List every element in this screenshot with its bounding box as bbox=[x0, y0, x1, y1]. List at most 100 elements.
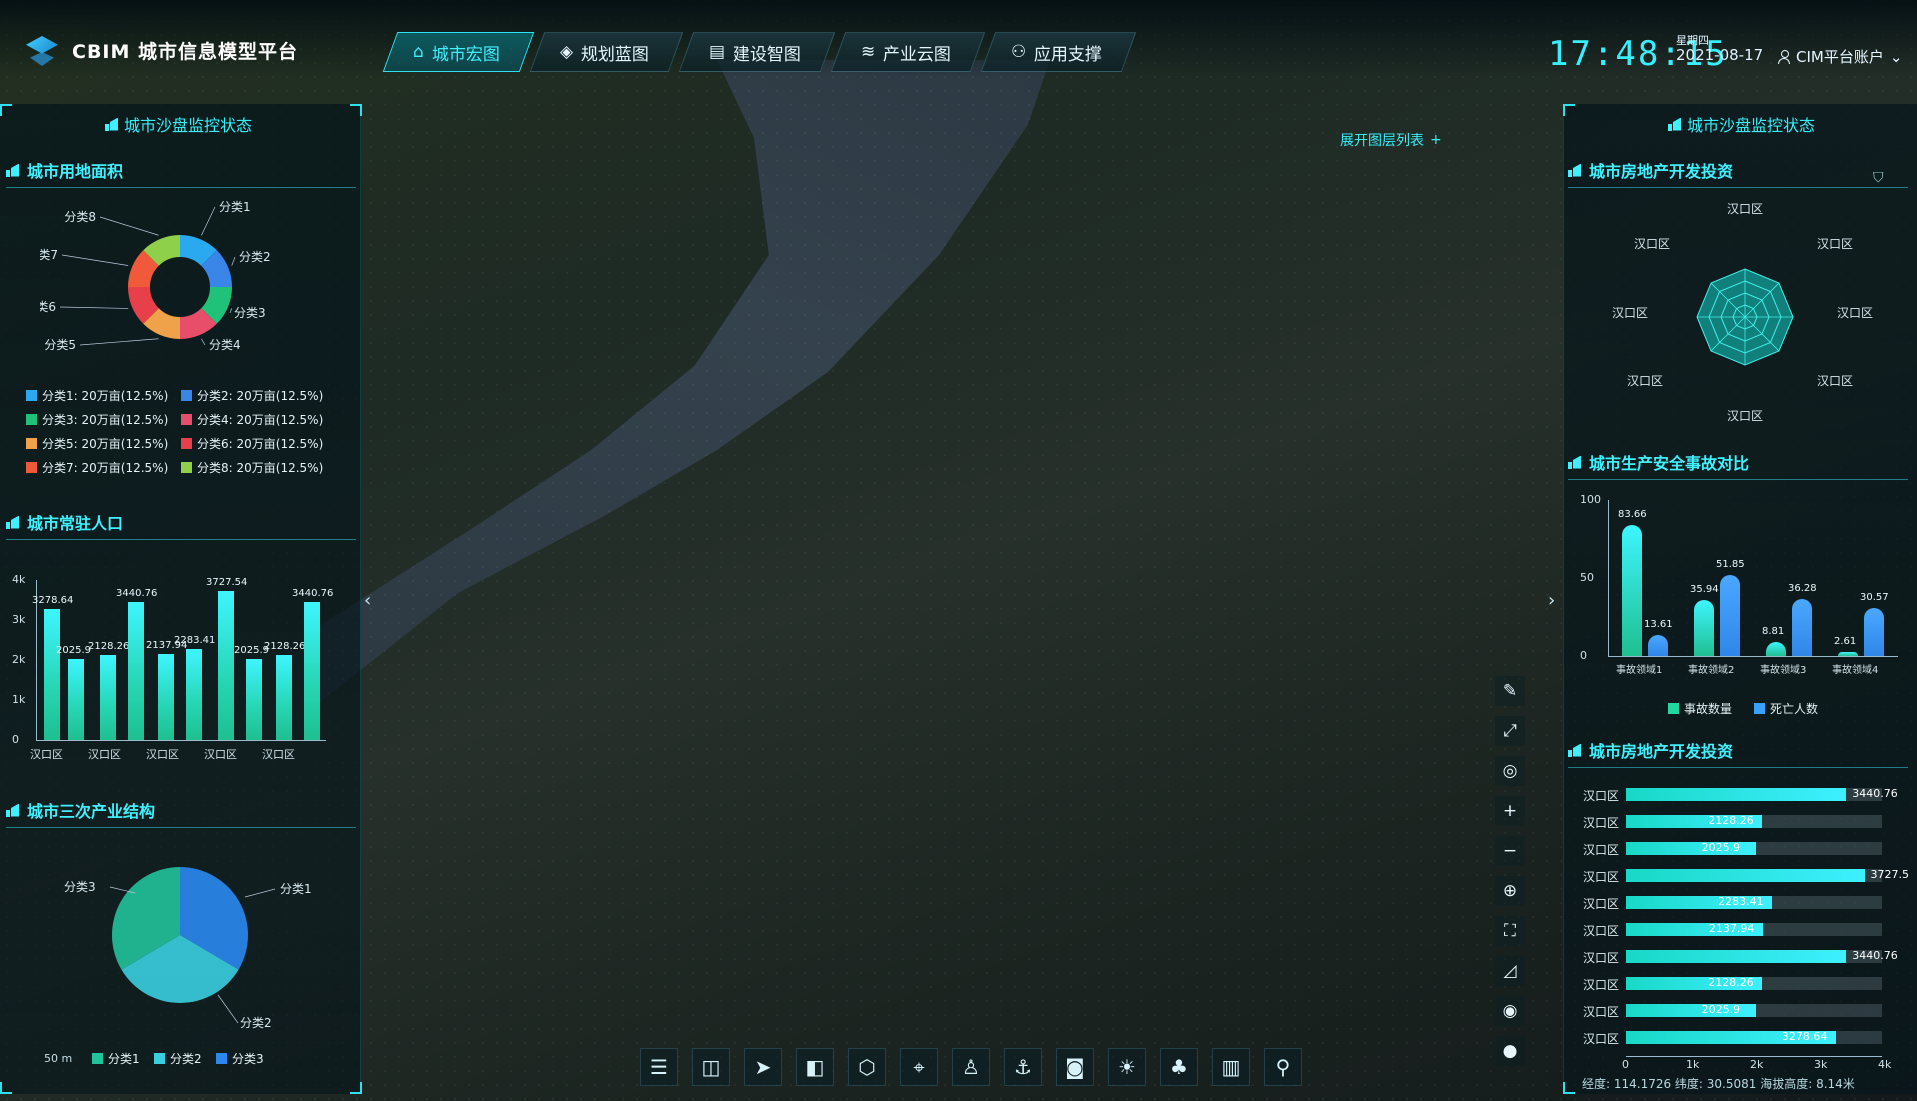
y-tick-label: 4k bbox=[12, 573, 26, 586]
category-label: 汉口区 bbox=[1583, 897, 1620, 911]
menu-button[interactable]: ☰ bbox=[640, 1048, 678, 1086]
population-bar bbox=[44, 608, 60, 740]
accident-value: 35.94 bbox=[1690, 583, 1719, 595]
radar-label: 汉口区 bbox=[1727, 202, 1763, 216]
earth-icon: ● bbox=[1502, 1041, 1518, 1061]
land-title: 城市用地面积 bbox=[6, 158, 356, 188]
nav-tab-5[interactable]: ⚇ 应用支撑 bbox=[980, 32, 1137, 72]
x-tick-label: 0 bbox=[1622, 1058, 1629, 1071]
leader-line bbox=[231, 256, 236, 266]
nav-tab-label: 应用支撑 bbox=[1034, 44, 1103, 65]
anchor-button[interactable]: ⚓ bbox=[1004, 1048, 1042, 1086]
collapse-right-icon[interactable]: › bbox=[1548, 590, 1555, 611]
population-bar bbox=[100, 654, 116, 740]
sun-button[interactable]: ☀ bbox=[1108, 1048, 1146, 1086]
legend-item: 分类1: 20万亩(12.5%) bbox=[26, 387, 168, 404]
locate-icon: ⌖ bbox=[913, 1055, 925, 1079]
invest-title-text: 城市房地产开发投资 bbox=[1589, 742, 1734, 761]
accident-value: 30.57 bbox=[1860, 592, 1889, 604]
account-menu[interactable]: CIM平台账户 ⌄ bbox=[1778, 46, 1902, 67]
legend-item: 分类5: 20万亩(12.5%) bbox=[26, 435, 168, 452]
population-value: 2025.9 bbox=[56, 644, 91, 656]
population-value: 3727.54 bbox=[206, 576, 248, 588]
legend-label: 分类6: 20万亩(12.5%) bbox=[197, 437, 324, 451]
chart-icon bbox=[105, 118, 118, 131]
legend-swatch bbox=[26, 462, 37, 473]
route-button[interactable]: ⚲ bbox=[1264, 1048, 1302, 1086]
tree-button[interactable]: ♣ bbox=[1160, 1048, 1198, 1086]
compass-button[interactable]: ◎ bbox=[1495, 756, 1525, 786]
donut-label: 分类6 bbox=[40, 300, 56, 314]
split-button[interactable]: ◫ bbox=[692, 1048, 730, 1086]
invest-value: 3278.64 bbox=[1781, 1030, 1828, 1043]
earth-button[interactable]: ● bbox=[1495, 1036, 1525, 1066]
expand-layers-button[interactable]: 展开图层列表 + bbox=[1340, 130, 1442, 150]
radar-label: 汉口区 bbox=[1627, 374, 1663, 388]
legend-label: 分类2: 20万亩(12.5%) bbox=[197, 389, 324, 403]
x-tick-label: 汉口区 bbox=[262, 748, 295, 761]
radar-label: 汉口区 bbox=[1612, 306, 1648, 320]
accident-bar bbox=[1622, 525, 1642, 656]
chart-icon bbox=[1568, 744, 1581, 757]
y-tick-label: 0 bbox=[12, 733, 19, 746]
coordinates-readout: 经度: 114.1726 纬度: 30.5081 海拔高度: 8.14米 bbox=[1582, 1077, 1855, 1091]
invest-value: 2025.9 bbox=[1701, 841, 1741, 854]
camera-button[interactable]: ◙ bbox=[1056, 1048, 1094, 1086]
pointer-button[interactable]: ➤ bbox=[744, 1048, 782, 1086]
zoom-in-button[interactable]: + bbox=[1495, 796, 1525, 826]
legend-item: 分类2: 20万亩(12.5%) bbox=[181, 387, 323, 404]
legend-swatch bbox=[1754, 703, 1765, 714]
person-button[interactable]: ♙ bbox=[952, 1048, 990, 1086]
panel-corner bbox=[1563, 104, 1575, 116]
x-axis bbox=[1626, 1056, 1882, 1057]
collapse-left-icon[interactable]: ‹ bbox=[364, 590, 371, 611]
map-side-tools: ✎ ⤢ ◎ + − ⊕ ⛶ ◿ ◉ ● bbox=[1495, 676, 1525, 1066]
nav-tab-2[interactable]: ◈ 规划蓝图 bbox=[529, 32, 684, 72]
category-label: 汉口区 bbox=[1583, 1032, 1620, 1046]
zoom-out-button[interactable]: − bbox=[1495, 836, 1525, 866]
x-tick-label: 事故领域3 bbox=[1760, 665, 1807, 676]
donut-label: 分类5 bbox=[44, 338, 76, 352]
filter-icon[interactable]: ⛉ bbox=[1873, 170, 1884, 186]
chart-icon bbox=[6, 164, 19, 177]
x-tick-label: 4k bbox=[1878, 1058, 1892, 1071]
nav-tab-3[interactable]: ▤ 建设智图 bbox=[678, 32, 836, 72]
city-icon: ▥ bbox=[1221, 1055, 1241, 1079]
tree-icon: ♣ bbox=[1170, 1055, 1188, 1079]
invest-bar bbox=[1626, 788, 1847, 801]
legend-item: 分类1 bbox=[92, 1050, 140, 1067]
legend-label: 分类8: 20万亩(12.5%) bbox=[197, 461, 324, 475]
pin-button[interactable]: ✎ bbox=[1495, 676, 1525, 706]
accident-value: 2.61 bbox=[1834, 635, 1857, 647]
legend-label: 事故数量 bbox=[1684, 702, 1733, 716]
radar-title: 城市房地产开发投资 bbox=[1568, 158, 1908, 188]
legend-item: 分类3: 20万亩(12.5%) bbox=[26, 411, 168, 428]
nav-tab-1[interactable]: ⌂ 城市宏图 bbox=[382, 32, 535, 72]
logo: CBIM 城市信息模型平台 bbox=[22, 30, 298, 70]
x-tick-label: 汉口区 bbox=[88, 748, 121, 761]
city-button[interactable]: ▥ bbox=[1212, 1048, 1250, 1086]
account-name: CIM平台账户 bbox=[1796, 48, 1884, 66]
leader-line bbox=[79, 338, 159, 346]
measure-button[interactable]: ◿ bbox=[1495, 956, 1525, 986]
nav-tab-4[interactable]: ≋ 产业云图 bbox=[830, 32, 986, 72]
compare-icon: ◧ bbox=[805, 1055, 825, 1079]
globe-button[interactable]: ⊕ bbox=[1495, 876, 1525, 906]
x-tick-label: 事故领域2 bbox=[1688, 665, 1735, 676]
x-tick-label: 1k bbox=[1686, 1058, 1700, 1071]
x-tick-label: 2k bbox=[1750, 1058, 1764, 1071]
expand-button[interactable]: ⤢ bbox=[1495, 716, 1525, 746]
fullscreen-button[interactable]: ⛶ bbox=[1495, 916, 1525, 946]
invest-value: 2283.41 bbox=[1718, 895, 1764, 908]
compare-button[interactable]: ◧ bbox=[796, 1048, 834, 1086]
accident-title: 城市生产安全事故对比 bbox=[1568, 450, 1908, 480]
model-button[interactable]: ⬡ bbox=[848, 1048, 886, 1086]
legend-label: 分类7: 20万亩(12.5%) bbox=[42, 461, 169, 475]
panel-corner bbox=[0, 1082, 12, 1094]
locate-button[interactable]: ⌖ bbox=[900, 1048, 938, 1086]
eye-button[interactable]: ◉ bbox=[1495, 996, 1525, 1026]
population-bar bbox=[246, 658, 262, 740]
invest-value: 3727.5 bbox=[1870, 868, 1910, 881]
accident-bar bbox=[1694, 599, 1714, 656]
population-value: 2128.26 bbox=[264, 640, 306, 652]
